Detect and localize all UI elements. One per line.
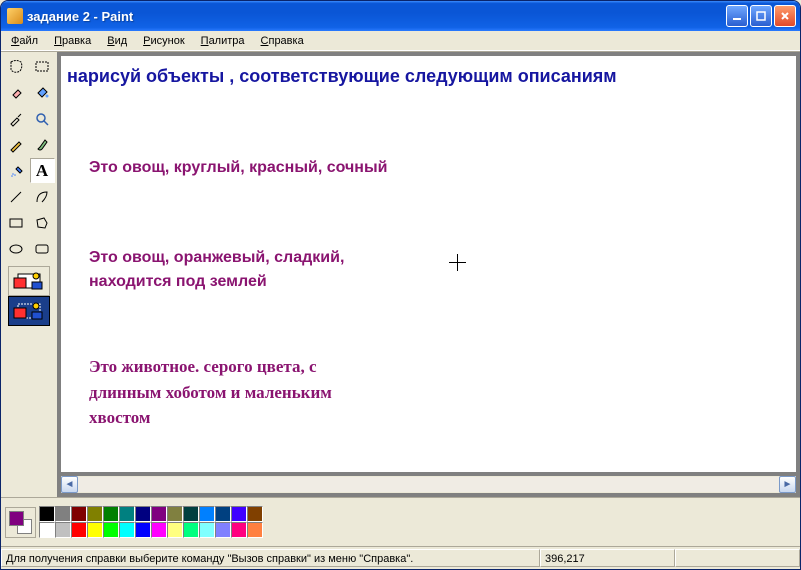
color-swatch[interactable] (119, 506, 135, 522)
canvas-item-1: Это овощ, круглый, красный, сочный (89, 156, 589, 180)
color-swatch[interactable] (199, 522, 215, 538)
scroll-left-button[interactable]: ◄ (61, 476, 78, 493)
color-swatch[interactable] (87, 522, 103, 538)
menu-edit[interactable]: Правка (46, 33, 99, 49)
color-swatch[interactable] (119, 522, 135, 538)
tool-magnifier[interactable] (30, 106, 55, 131)
text-transparent[interactable] (8, 296, 50, 326)
color-swatch[interactable] (151, 506, 167, 522)
menu-help[interactable]: Справка (253, 33, 312, 49)
color-swatch[interactable] (231, 522, 247, 538)
minimize-button[interactable] (726, 5, 748, 27)
tool-rect-select[interactable] (30, 54, 55, 79)
color-swatch[interactable] (103, 522, 119, 538)
canvas-item-2: Это овощ, оранжевый, сладкий, находится … (89, 246, 379, 294)
color-swatch[interactable] (183, 522, 199, 538)
color-palette (1, 497, 800, 546)
tool-brush[interactable] (30, 132, 55, 157)
status-coordinates: 396,217 (540, 549, 675, 567)
canvas-item-3: Это животное. серого цвета, с длинным хо… (89, 354, 379, 431)
close-button[interactable] (774, 5, 796, 27)
canvas-area[interactable]: нарисуй объекты , соответствующие следую… (57, 52, 800, 476)
window-title: задание 2 - Paint (27, 9, 726, 24)
menu-view[interactable]: Вид (99, 33, 135, 49)
color-swatch[interactable] (39, 506, 55, 522)
tool-text[interactable]: A (30, 158, 55, 183)
color-swatch[interactable] (215, 522, 231, 538)
color-swatch[interactable] (55, 506, 71, 522)
tool-pencil[interactable] (4, 132, 29, 157)
color-swatch[interactable] (247, 506, 263, 522)
crosshair-cursor-icon (449, 254, 466, 271)
canvas[interactable]: нарисуй объекты , соответствующие следую… (61, 56, 796, 472)
scroll-right-button[interactable]: ► (779, 476, 796, 493)
color-swatch[interactable] (87, 506, 103, 522)
color-swatch[interactable] (183, 506, 199, 522)
menu-image[interactable]: Рисунок (135, 33, 193, 49)
color-swatch[interactable] (39, 522, 55, 538)
tool-fill[interactable] (30, 80, 55, 105)
color-swatches (39, 506, 263, 538)
titlebar[interactable]: задание 2 - Paint (1, 1, 800, 31)
color-swatch[interactable] (231, 506, 247, 522)
scroll-track[interactable] (78, 476, 779, 493)
tool-line[interactable] (4, 184, 29, 209)
tool-picker[interactable] (4, 106, 29, 131)
color-swatch[interactable] (167, 506, 183, 522)
color-swatch[interactable] (199, 506, 215, 522)
tool-eraser[interactable] (4, 80, 29, 105)
scrollbar-horizontal[interactable]: ◄ ► (61, 476, 796, 493)
color-swatch[interactable] (135, 506, 151, 522)
toolbox: A (1, 52, 57, 497)
tool-ellipse[interactable] (4, 236, 29, 261)
tool-airbrush[interactable] (4, 158, 29, 183)
color-swatch[interactable] (151, 522, 167, 538)
tool-rectangle[interactable] (4, 210, 29, 235)
color-swatch[interactable] (215, 506, 231, 522)
color-swatch[interactable] (71, 506, 87, 522)
menu-file[interactable]: Файл (3, 33, 46, 49)
current-colors[interactable] (5, 507, 36, 538)
app-icon (7, 8, 23, 24)
color-swatch[interactable] (71, 522, 87, 538)
status-size (675, 549, 800, 567)
foreground-color-swatch[interactable] (9, 511, 24, 526)
maximize-button[interactable] (750, 5, 772, 27)
tool-free-select[interactable] (4, 54, 29, 79)
menu-colors[interactable]: Палитра (193, 33, 253, 49)
tool-polygon[interactable] (30, 210, 55, 235)
color-swatch[interactable] (135, 522, 151, 538)
canvas-heading: нарисуй объекты , соответствующие следую… (67, 66, 617, 87)
color-swatch[interactable] (103, 506, 119, 522)
statusbar: Для получения справки выберите команду "… (1, 546, 800, 569)
status-help-text: Для получения справки выберите команду "… (1, 549, 540, 567)
tool-rounded-rect[interactable] (30, 236, 55, 261)
color-swatch[interactable] (167, 522, 183, 538)
tool-options (8, 266, 50, 287)
text-opaque[interactable] (8, 266, 50, 296)
color-swatch[interactable] (247, 522, 263, 538)
menubar: Файл Правка Вид Рисунок Палитра Справка (1, 31, 800, 51)
tool-curve[interactable] (30, 184, 55, 209)
color-swatch[interactable] (55, 522, 71, 538)
